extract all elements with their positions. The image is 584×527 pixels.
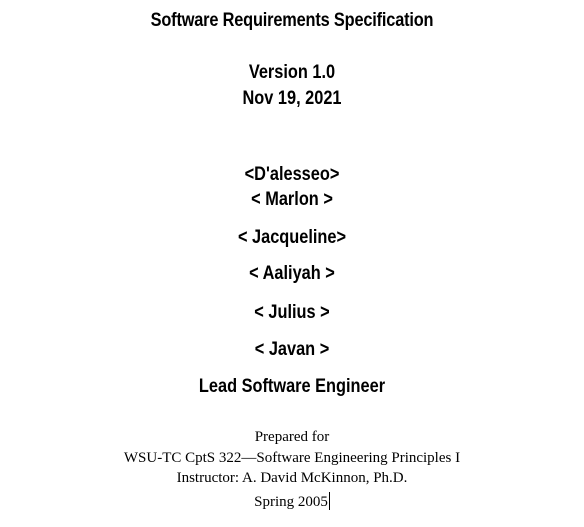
document-date: Nov 19, 2021 <box>242 88 342 109</box>
author-name: < Marlon > <box>251 189 333 210</box>
author-name: < Javan > <box>254 339 330 360</box>
course-line: WSU-TC CptS 322—Software Engineering Pri… <box>123 450 461 466</box>
version-label: Version 1.0 <box>248 62 336 83</box>
prepared-for-label: Prepared for <box>254 429 330 445</box>
author-name: < Julius > <box>254 302 330 323</box>
document-page[interactable]: Software Requirements Specification Vers… <box>0 0 584 527</box>
author-name: < Aaliyah > <box>249 263 335 284</box>
instructor-line: Instructor: A. David McKinnon, Ph.D. <box>176 470 408 486</box>
author-name: < Jacqueline> <box>237 227 347 248</box>
term-line: Spring 2005 <box>0 492 584 510</box>
term-text: Spring 2005 <box>254 494 328 510</box>
text-cursor <box>328 492 330 510</box>
author-name: <D'alesseo> <box>244 164 340 185</box>
document-title: Software Requirements Specification <box>150 10 434 31</box>
author-role: Lead Software Engineer <box>198 376 386 397</box>
